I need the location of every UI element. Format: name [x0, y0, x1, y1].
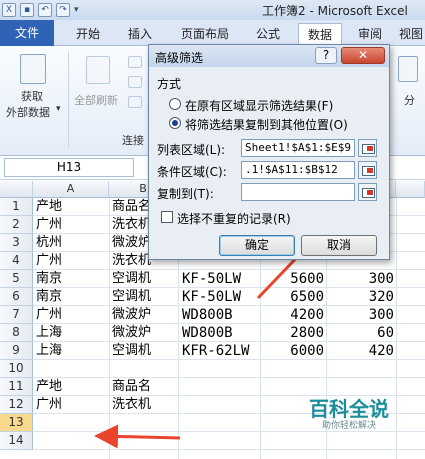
unique-records-checkbox[interactable]: [161, 211, 173, 223]
watermark-subtitle: 助你轻松解决: [321, 421, 376, 431]
dialog-title: 高级筛选: [155, 51, 204, 65]
ok-button[interactable]: 确定: [219, 235, 295, 256]
dialog-title-bar: 高级筛选 ? ✕: [149, 45, 389, 67]
help-button[interactable]: ?: [315, 47, 337, 64]
radio-copy-to-location-label[interactable]: 将筛选结果复制到其他位置(O): [185, 116, 348, 133]
arrow-to-row-13: [94, 424, 181, 449]
copy-to-label: 复制到(T):: [157, 187, 214, 201]
criteria-range-label: 条件区域(C):: [157, 165, 227, 179]
copy-to-collapse-icon[interactable]: [358, 183, 377, 201]
criteria-range-input[interactable]: .1!$A$11:$B$12: [241, 161, 355, 179]
radio-copy-to-location[interactable]: [169, 117, 181, 129]
unique-records-label[interactable]: 选择不重复的记录(R): [177, 210, 291, 227]
radio-filter-in-place[interactable]: [169, 98, 181, 110]
advanced-filter-dialog: 高级筛选 ? ✕ 方式 在原有区域显示筛选结果(F) 将筛选结果复制到其他位置(…: [148, 44, 390, 260]
list-range-input[interactable]: Sheet1!$A$1:$E$9: [241, 139, 355, 157]
radio-filter-in-place-label[interactable]: 在原有区域显示筛选结果(F): [185, 97, 333, 114]
method-label: 方式: [157, 77, 182, 91]
list-range-collapse-icon[interactable]: [358, 139, 377, 157]
list-range-label: 列表区域(L):: [157, 143, 226, 157]
watermark-logo: 百科全说 助你轻松解决: [290, 391, 408, 435]
criteria-range-collapse-icon[interactable]: [358, 161, 377, 179]
cancel-button[interactable]: 取消: [301, 235, 377, 256]
copy-to-input[interactable]: [241, 183, 355, 201]
close-button[interactable]: ✕: [341, 47, 385, 64]
